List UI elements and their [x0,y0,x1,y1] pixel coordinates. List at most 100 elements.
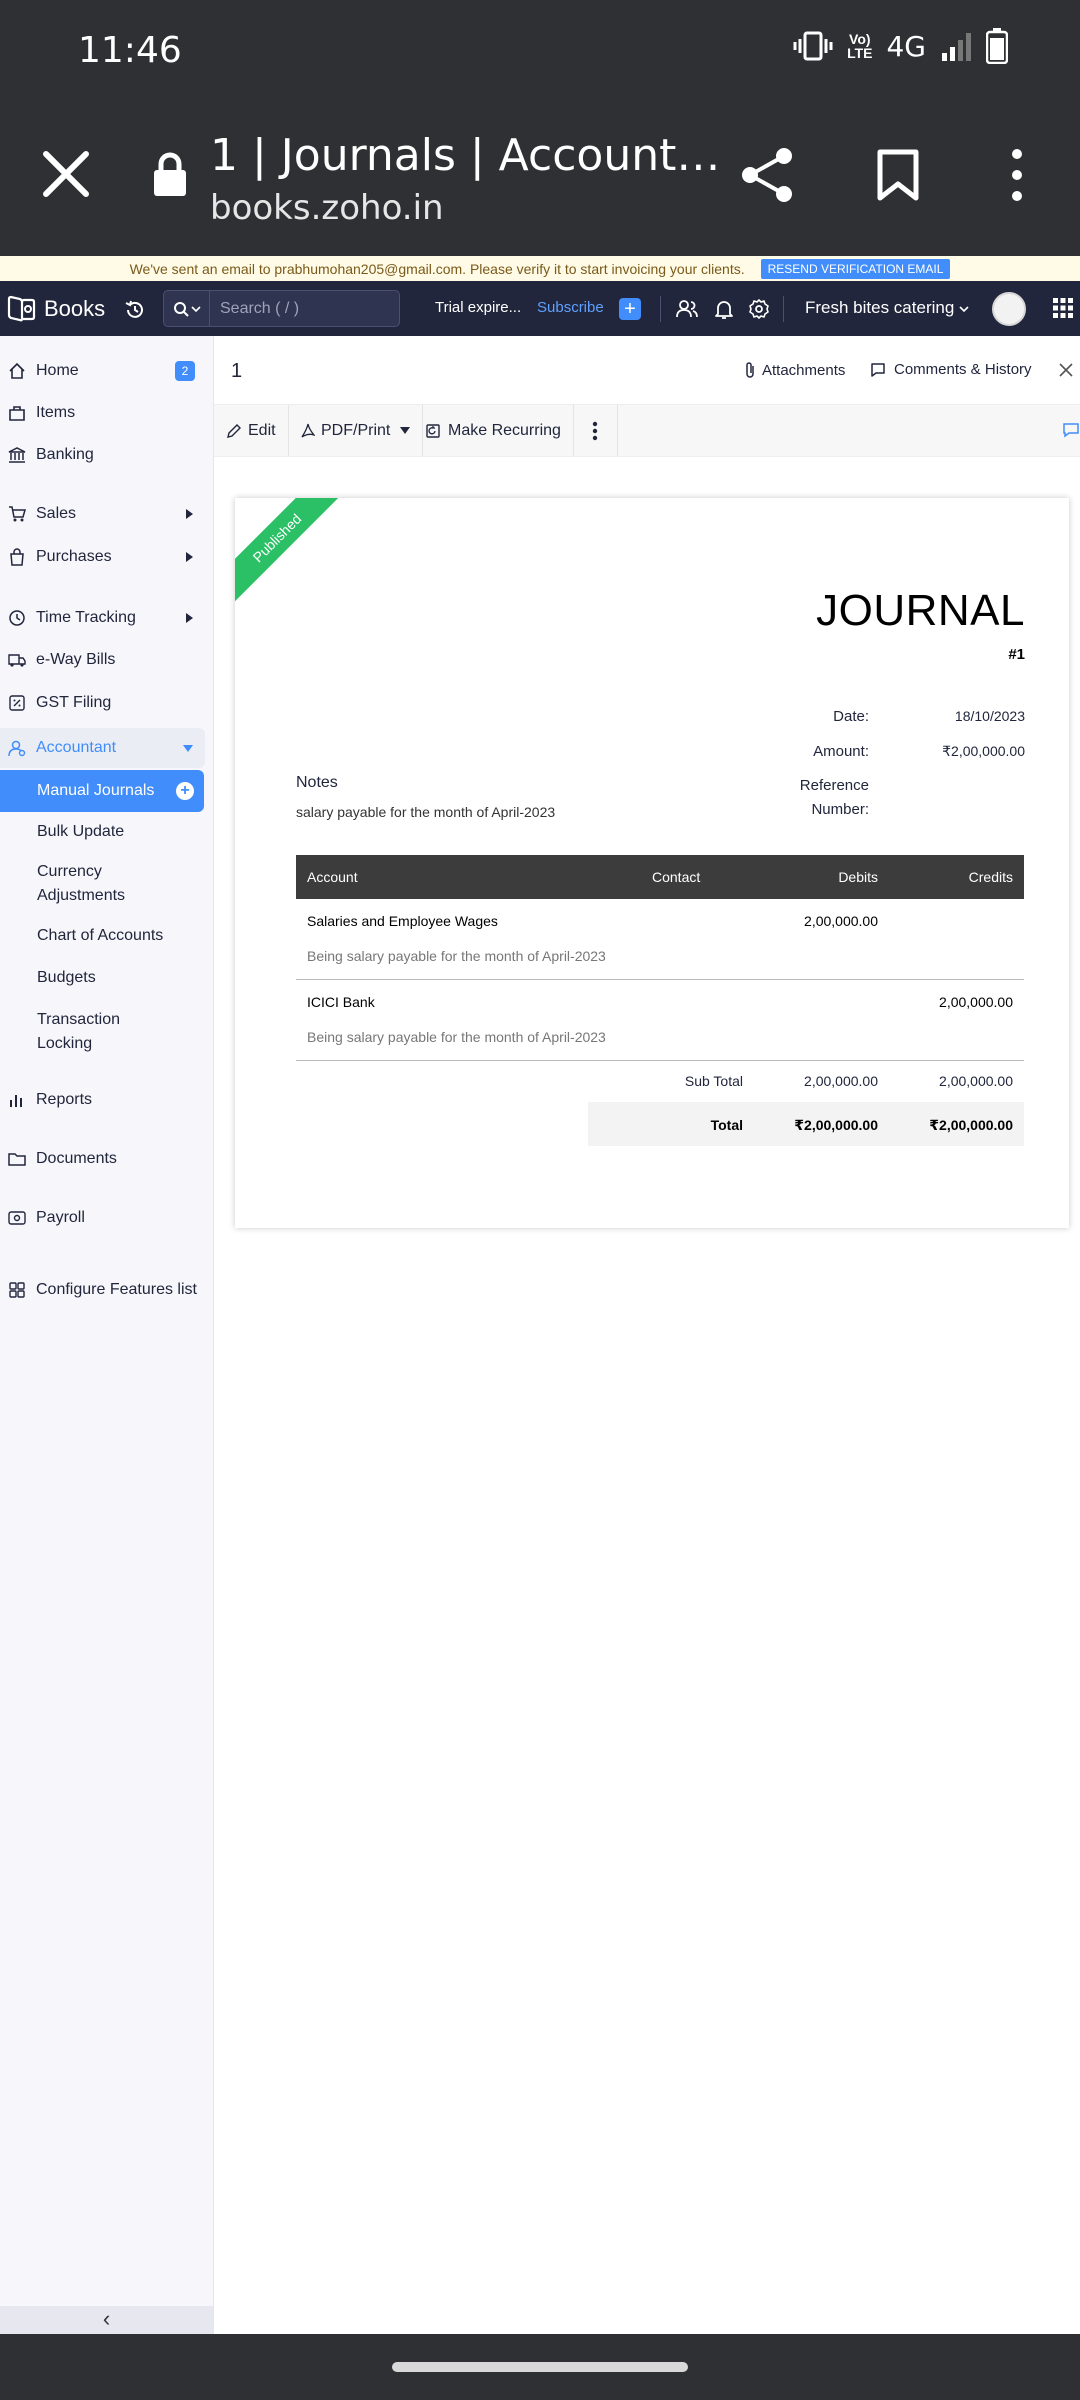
sidebar-item-configure-features[interactable]: Configure Features list [0,1277,205,1303]
status-ribbon: Published [235,498,340,603]
make-recurring-button[interactable]: Make Recurring [414,405,574,456]
folder-icon [6,1148,28,1170]
configure-icon [6,1279,28,1301]
search-filter[interactable] [164,291,210,326]
comment-icon [871,362,885,377]
status-icons: Vo) LTE 4G [793,28,1008,64]
sidebar-item-documents[interactable]: Documents [0,1146,205,1172]
trial-status: Trial expire... [435,299,522,316]
collapse-sidebar-button[interactable]: ‹ [0,2306,213,2334]
pdf-print-button[interactable]: PDF/Print [289,405,424,456]
record-id: 1 [231,360,243,382]
clock: 11:46 [78,30,182,71]
row-account: ICICI Bank [307,994,375,1010]
date-value: 18/10/2023 [954,708,1025,724]
pdf-icon [301,423,315,438]
avatar[interactable] [992,292,1026,326]
page-title[interactable]: 1 | Journals | Account… [210,130,720,181]
row-credit: 2,00,000.00 [939,994,1013,1010]
sidebar-item-budgets[interactable]: Budgets [37,966,96,990]
sidebar-item-sales[interactable]: Sales [0,501,205,527]
sidebar-item-manual-journals[interactable]: Manual Journals + [0,770,204,812]
sidebar-item-items[interactable]: Items [0,400,205,426]
lock-icon [154,152,186,196]
total-debit: ₹2,00,000.00 [794,1117,878,1133]
system-navigation-bar [0,2334,1080,2400]
share-icon[interactable] [740,146,794,204]
status-bar: 11:46 Vo) LTE 4G [0,0,1080,100]
bar-chart-icon [6,1089,28,1111]
home-icon [6,360,28,382]
row-description: Being salary payable for the month of Ap… [307,1029,606,1045]
sidebar-item-chart-of-accounts[interactable]: Chart of Accounts [37,924,163,948]
chat-icon[interactable] [1062,421,1080,439]
books-logo[interactable]: Books [6,295,105,323]
more-options-icon[interactable] [1005,148,1029,202]
subscribe-link[interactable]: Subscribe [537,299,604,316]
books-logo-icon [7,295,36,322]
users-icon[interactable] [676,298,698,320]
url-bar[interactable]: books.zoho.in [210,188,444,228]
sidebar-item-currency-adjustments[interactable]: Currency Adjustments [37,860,177,908]
edit-button[interactable]: Edit [214,405,289,456]
total-row: Total ₹2,00,000.00 ₹2,00,000.00 [588,1102,1024,1146]
search-box[interactable]: Search ( / ) [163,290,400,327]
notes-heading: Notes [296,774,338,791]
sidebar-item-home[interactable]: Home 2 [0,358,205,384]
shopping-bag-icon [6,546,28,568]
bell-icon[interactable] [713,298,735,320]
app-grid-icon[interactable] [1053,298,1073,318]
cart-icon [6,503,28,525]
add-journal-icon[interactable]: + [176,782,194,800]
organization-switcher[interactable]: Fresh bites catering [805,298,969,318]
sidebar-item-transaction-locking[interactable]: Transaction Locking [37,1008,147,1056]
sidebar-item-banking[interactable]: Banking [0,442,205,468]
column-credits: Credits [968,869,1013,885]
expand-icon [186,613,193,623]
resend-verification-button[interactable]: RESEND VERIFICATION EMAIL [760,258,951,279]
notification-badge: 2 [175,361,195,381]
dropdown-caret-icon [400,427,411,434]
table-header: Account Contact Debits Credits [296,855,1024,899]
network-type: 4G [886,29,926,63]
sidebar-item-gst-filing[interactable]: GST Filing [0,690,205,716]
payroll-icon [6,1207,28,1229]
reference-label-number: Number: [811,801,869,818]
detail-header: 1 Attachments Comments & History [214,336,1080,404]
sidebar-item-bulk-update[interactable]: Bulk Update [37,820,124,844]
home-gesture-handle[interactable] [392,2362,688,2372]
search-icon [173,301,189,317]
gear-icon[interactable] [748,298,770,320]
sub-total-credit: 2,00,000.00 [939,1073,1013,1089]
quick-create-button[interactable]: + [619,298,641,320]
sidebar-item-reports[interactable]: Reports [0,1087,205,1113]
close-tab-icon[interactable] [40,148,92,200]
verification-message: We've sent an email to prabhumohan205@gm… [129,260,745,277]
sidebar-item-eway-bills[interactable]: e-Way Bills [0,647,205,673]
collapse-icon [183,744,193,752]
more-actions-button[interactable] [573,405,618,456]
action-toolbar: Edit PDF/Print Make Recurring [214,404,1080,457]
bank-icon [6,444,28,466]
comments-history-button[interactable]: Comments & History [870,361,1032,378]
accountant-icon [6,737,28,759]
bookmark-icon[interactable] [876,148,920,202]
recent-activity-icon[interactable] [124,299,146,321]
journal-heading: JOURNAL [816,586,1025,635]
sidebar-item-time-tracking[interactable]: Time Tracking [0,605,205,631]
sidebar-item-purchases[interactable]: Purchases [0,544,205,570]
expand-icon [186,509,193,519]
volte-indicator: Vo) LTE [847,31,873,61]
journal-document: Published JOURNAL #1 Date: 18/10/2023 Am… [235,498,1069,1228]
attachments-button[interactable]: Attachments [744,361,845,379]
total-label: Total [710,1117,743,1133]
more-vertical-icon [592,421,598,440]
chevron-down-icon [959,306,969,313]
column-contact: Contact [652,869,701,885]
app-header: Books Search ( / ) Trial expire... Subsc… [0,281,1080,336]
close-icon[interactable] [1058,362,1074,378]
sidebar-item-payroll[interactable]: Payroll [0,1205,205,1231]
search-input[interactable]: Search ( / ) [220,300,299,318]
vibrate-icon [793,31,833,61]
sidebar-item-accountant[interactable]: Accountant [0,728,205,768]
